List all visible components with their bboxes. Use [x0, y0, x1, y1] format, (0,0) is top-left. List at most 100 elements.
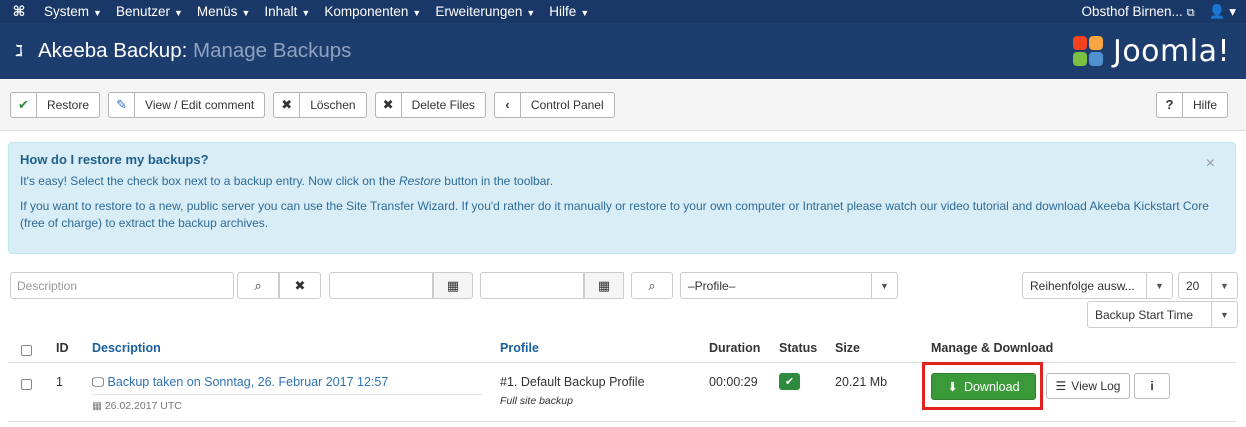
joomla-wordmark: Joomla!: [1112, 33, 1230, 69]
backup-date: ▦ 26.02.2017 UTC: [92, 400, 182, 412]
placeholder-text: Description: [17, 278, 78, 293]
menu-label: Komponenten: [324, 4, 409, 19]
button-label: Delete Files: [411, 97, 475, 112]
menu-components[interactable]: Komponenten ▼: [318, 4, 429, 19]
button-label: Restore: [47, 97, 90, 112]
page-title: Akeeba Backup: Manage Backups: [38, 39, 351, 63]
main-menu: System ▼ Benutzer ▼ Menüs ▼ Inhalt ▼ Kompone…: [38, 4, 597, 19]
edit-icon: ✎: [109, 92, 136, 117]
external-link-icon: ⧉: [1186, 6, 1195, 19]
select-value: 20: [1186, 278, 1200, 293]
restore-info-alert: × How do I restore my backups? It's easy…: [8, 142, 1236, 254]
date-text: 26.02.2017 UTC: [104, 400, 182, 412]
calendar-icon: ▦: [92, 400, 102, 412]
caret-down-icon: ▼: [526, 8, 536, 18]
description-divider: [92, 394, 482, 395]
view-log-button[interactable]: ☰ View Log: [1046, 373, 1130, 399]
chevron-left-icon: ‹: [495, 92, 521, 117]
menu-system[interactable]: System ▼: [38, 4, 110, 19]
search-icon: ⌕: [648, 277, 656, 293]
calendar-button[interactable]: ▦: [433, 272, 473, 299]
status-ok-icon: ✔: [779, 373, 800, 390]
header-divider: [8, 362, 1236, 363]
control-panel-button[interactable]: ‹ Control Panel: [493, 91, 615, 118]
alert-text: button in the toolbar.: [440, 174, 554, 188]
x-icon: ✖: [376, 92, 402, 117]
menu-menus[interactable]: Menüs ▼: [191, 4, 258, 19]
header-profile[interactable]: Profile: [500, 341, 539, 355]
profile-select[interactable]: –Profile– ▼: [680, 272, 898, 299]
caret-down-icon: ▼: [1146, 273, 1172, 298]
info-button[interactable]: i: [1134, 373, 1170, 399]
ordering-select[interactable]: Reihenfolge ausw... ▼: [1022, 272, 1173, 299]
menu-content[interactable]: Inhalt ▼: [258, 4, 318, 19]
user-menu-icon[interactable]: 👤 ▾: [1209, 4, 1236, 20]
topnav-right: Obsthof Birnen... ⧉ 👤 ▾: [1081, 4, 1246, 20]
delete-button[interactable]: ✖ Löschen: [273, 91, 367, 118]
select-value: Backup Start Time: [1095, 307, 1194, 322]
monitor-icon: 🖵: [92, 375, 105, 389]
header-status: Status: [779, 341, 818, 355]
row-divider: [8, 421, 1236, 422]
sort-field-select[interactable]: Backup Start Time ▼: [1087, 301, 1238, 328]
alert-heading: How do I restore my backups?: [20, 152, 209, 167]
joomla-brand: Joomla!: [1071, 34, 1230, 69]
search-button[interactable]: ⌕: [237, 272, 279, 299]
header-size: Size: [835, 341, 861, 355]
button-label: Hilfe: [1192, 97, 1217, 112]
caret-down-icon: ▼: [412, 8, 422, 18]
date-search-button[interactable]: ⌕: [631, 272, 673, 299]
calendar-button[interactable]: ▦: [584, 272, 624, 299]
toolbar: ✔ Restore ✎ View / Edit comment ✖ Lösche…: [0, 79, 1246, 131]
button-label: Control Panel: [530, 97, 604, 112]
question-icon: ?: [1157, 92, 1183, 117]
title-sub: Manage Backups: [193, 39, 352, 62]
check-icon: ✔: [11, 92, 37, 117]
limit-select[interactable]: 20 ▼: [1178, 272, 1238, 299]
header-manage-download: Manage & Download: [931, 341, 1054, 355]
caret-down-icon: ▼: [1211, 302, 1237, 327]
menu-users[interactable]: Benutzer ▼: [110, 4, 191, 19]
menu-label: Benutzer: [115, 4, 170, 19]
caret-down-icon: ▼: [301, 8, 311, 18]
date-to-input[interactable]: [480, 272, 584, 299]
row-profile: #1. Default Backup Profile: [500, 375, 645, 389]
description-search-input[interactable]: Description: [10, 272, 234, 299]
button-label: View Log: [1071, 379, 1121, 393]
alert-text: It's easy! Select the check box next to …: [20, 174, 399, 188]
clear-button[interactable]: ✖: [279, 272, 321, 299]
row-size: 20.21 Mb: [835, 375, 888, 389]
caret-down-icon: ▼: [580, 8, 590, 18]
description-text: Backup taken on Sonntag, 26. Februar 201…: [107, 375, 389, 389]
select-value: –Profile–: [688, 278, 736, 293]
site-link[interactable]: Obsthof Birnen... ⧉: [1081, 4, 1194, 20]
header-description[interactable]: Description: [92, 341, 161, 355]
select-all-checkbox[interactable]: [21, 345, 32, 356]
close-icon[interactable]: ×: [1206, 155, 1215, 173]
alert-line1: It's easy! Select the check box next to …: [20, 173, 1224, 190]
header-duration: Duration: [709, 341, 761, 355]
alert-emphasis: Restore: [398, 174, 441, 188]
caret-down-icon: ▼: [1211, 273, 1237, 298]
joomla-logo-icon[interactable]: ⌘: [0, 3, 38, 20]
x-icon: ✖: [274, 92, 301, 117]
menu-extensions[interactable]: Erweiterungen ▼: [429, 4, 543, 19]
select-value: Reihenfolge ausw...: [1030, 278, 1135, 293]
row-id: 1: [56, 375, 63, 389]
download-icon: ⬇: [947, 380, 958, 394]
download-button[interactable]: ⬇ Download: [931, 373, 1036, 400]
top-navbar: ⌘ System ▼ Benutzer ▼ Menüs ▼ Inhalt ▼ Kompo…: [0, 0, 1246, 23]
date-from-input[interactable]: [329, 272, 433, 299]
row-profile-type: Full site backup: [500, 395, 573, 407]
header-id[interactable]: ID: [56, 341, 69, 355]
backup-description-link[interactable]: 🖵 Backup taken on Sonntag, 26. Februar 2…: [92, 375, 388, 390]
row-checkbox[interactable]: [21, 379, 32, 390]
help-button[interactable]: ? Hilfe: [1155, 91, 1228, 118]
delete-files-button[interactable]: ✖ Delete Files: [374, 91, 486, 118]
list-icon: ☰: [1055, 379, 1067, 393]
restore-button[interactable]: ✔ Restore: [10, 91, 101, 118]
button-label: Löschen: [310, 97, 356, 112]
view-edit-comment-button[interactable]: ✎ View / Edit comment: [108, 91, 266, 118]
menu-help[interactable]: Hilfe ▼: [543, 4, 597, 19]
alert-line2: If you want to restore to a new, public …: [20, 199, 1209, 230]
